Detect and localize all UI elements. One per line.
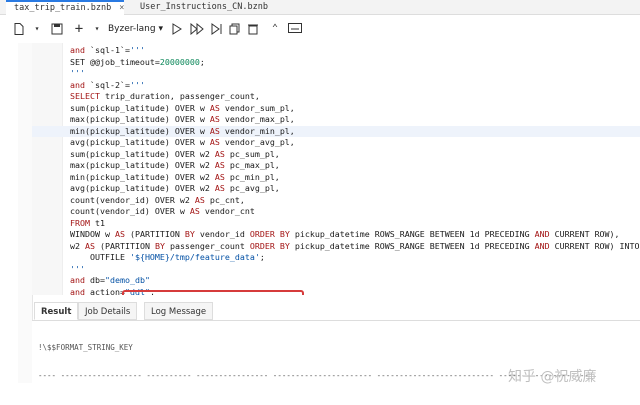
code-text: sum(pickup_latitude) OVER w AS vendor_su…	[70, 102, 295, 113]
code-text: max(pickup_latitude) OVER w2 AS pc_max_p…	[70, 160, 280, 170]
tab-result[interactable]: Result	[34, 302, 79, 320]
close-icon[interactable]: ×	[119, 3, 124, 13]
code-text: avg(pickup_latitude) OVER w AS vendor_av…	[70, 137, 295, 147]
watermark: 知乎 @祝威廉	[508, 369, 597, 385]
tab-user-instructions[interactable]: User_Instructions_CN.bznb	[140, 0, 270, 14]
code-text: sum(pickup_latitude) OVER w2 AS pc_sum_p…	[70, 148, 280, 159]
tab-label: User_Instructions_CN.bznb	[140, 2, 268, 12]
run-to-end-icon[interactable]	[210, 21, 224, 37]
code-text: and db="demo_db"	[70, 275, 150, 285]
code-text: and `sql-2`='''	[70, 79, 145, 90]
code-text: '''	[70, 68, 85, 78]
code-line[interactable]: max(pickup_latitude) OVER w AS vendor_ma…	[32, 114, 640, 126]
code-line[interactable]: count(vendor_id) OVER w2 AS pc_cnt,	[32, 195, 640, 207]
new-file-icon[interactable]	[12, 21, 26, 37]
code-text: FROM t1	[70, 217, 105, 228]
code-line[interactable]: count(vendor_id) OVER w AS vendor_cnt	[32, 206, 640, 218]
code-text: count(vendor_id) OVER w AS vendor_cnt	[70, 206, 255, 216]
chevron-down-icon[interactable]: ▾	[90, 21, 104, 37]
code-editor[interactable]: and `sql-1`=''' SET @@job_timeout=2000000…	[32, 43, 640, 295]
code-text: count(vendor_id) OVER w2 AS pc_cnt,	[70, 194, 245, 205]
code-text: SET @@job_timeout=20000000;	[70, 56, 205, 67]
code-line[interactable]: and `sql-1`='''	[32, 45, 640, 57]
code-text: OUTFILE '${HOME}/tmp/feature_data';	[70, 252, 265, 262]
chevron-down-icon: ▾	[158, 24, 163, 34]
run-all-icon[interactable]	[190, 21, 204, 37]
code-line[interactable]: and `sql-2`='''	[32, 80, 640, 92]
tab-log-message[interactable]: Log Message	[144, 302, 214, 320]
code-line[interactable]: and db="demo_db"	[32, 275, 640, 287]
code-text: min(pickup_latitude) OVER w2 AS pc_min_p…	[70, 171, 280, 182]
tab-job-details[interactable]: Job Details	[78, 302, 138, 320]
code-text: avg(pickup_latitude) OVER w2 AS pc_avg_p…	[70, 183, 280, 193]
highlight-box	[122, 290, 304, 295]
code-line[interactable]: SELECT trip_duration, passenger_count,	[32, 91, 640, 103]
code-line[interactable]: '''	[32, 68, 640, 80]
run-icon[interactable]	[170, 21, 184, 37]
code-line[interactable]: max(pickup_latitude) OVER w2 AS pc_max_p…	[32, 160, 640, 172]
code-text: WINDOW w AS (PARTITION BY vendor_id ORDE…	[70, 229, 620, 239]
code-line[interactable]: FROM t1	[32, 218, 640, 230]
code-text: and `sql-1`='''	[70, 45, 145, 55]
language-select[interactable]: Byzer-lang ▾	[108, 21, 163, 37]
code-line[interactable]: w2 AS (PARTITION BY passenger_count ORDE…	[32, 241, 640, 253]
code-text: max(pickup_latitude) OVER w AS vendor_ma…	[70, 114, 295, 124]
code-line[interactable]: min(pickup_latitude) OVER w AS vendor_mi…	[32, 125, 640, 137]
add-icon[interactable]: +	[72, 21, 86, 37]
result-tabs: Result Job Details Log Message	[32, 302, 640, 320]
collapse-icon[interactable]: ⌃	[268, 21, 282, 37]
code-line[interactable]: sum(pickup_latitude) OVER w2 AS pc_sum_p…	[32, 149, 640, 161]
code-line[interactable]: min(pickup_latitude) OVER w2 AS pc_min_p…	[32, 172, 640, 184]
cell-rail	[18, 43, 33, 383]
code-text: '''	[70, 263, 85, 274]
code-text: min(pickup_latitude) OVER w AS vendor_mi…	[70, 125, 295, 136]
tab-tax-trip-train[interactable]: tax_trip_train.bznb ×	[6, 0, 124, 15]
code-line[interactable]: WINDOW w AS (PARTITION BY vendor_id ORDE…	[32, 229, 640, 241]
toolbar: ▾ + ▾ Byzer-lang ▾ ⌃	[0, 15, 640, 43]
code-line[interactable]: '''	[32, 264, 640, 276]
code-text: SELECT trip_duration, passenger_count,	[70, 91, 260, 101]
code-text: w2 AS (PARTITION BY passenger_count ORDE…	[70, 240, 640, 251]
tab-bar: tax_trip_train.bznb × User_Instructions_C…	[0, 0, 640, 15]
copy-icon[interactable]	[228, 21, 242, 37]
delete-icon[interactable]	[246, 21, 260, 37]
code-line[interactable]: avg(pickup_latitude) OVER w2 AS pc_avg_p…	[32, 183, 640, 195]
code-line[interactable]: sum(pickup_latitude) OVER w AS vendor_su…	[32, 103, 640, 115]
code-line[interactable]: OUTFILE '${HOME}/tmp/feature_data';	[32, 252, 640, 264]
result-separator: ---- ------------------ ---------- -----…	[38, 371, 589, 380]
code-line[interactable]: avg(pickup_latitude) OVER w AS vendor_av…	[32, 137, 640, 149]
save-icon[interactable]	[50, 21, 64, 37]
language-label: Byzer-lang	[108, 24, 156, 34]
result-text: !\$$FORMAT_STRING_KEY	[38, 343, 133, 352]
code-line[interactable]: SET @@job_timeout=20000000;	[32, 57, 640, 69]
tab-label: tax_trip_train.bznb	[14, 3, 112, 13]
chevron-down-icon[interactable]: ▾	[30, 21, 44, 37]
keyboard-icon[interactable]	[288, 21, 302, 37]
